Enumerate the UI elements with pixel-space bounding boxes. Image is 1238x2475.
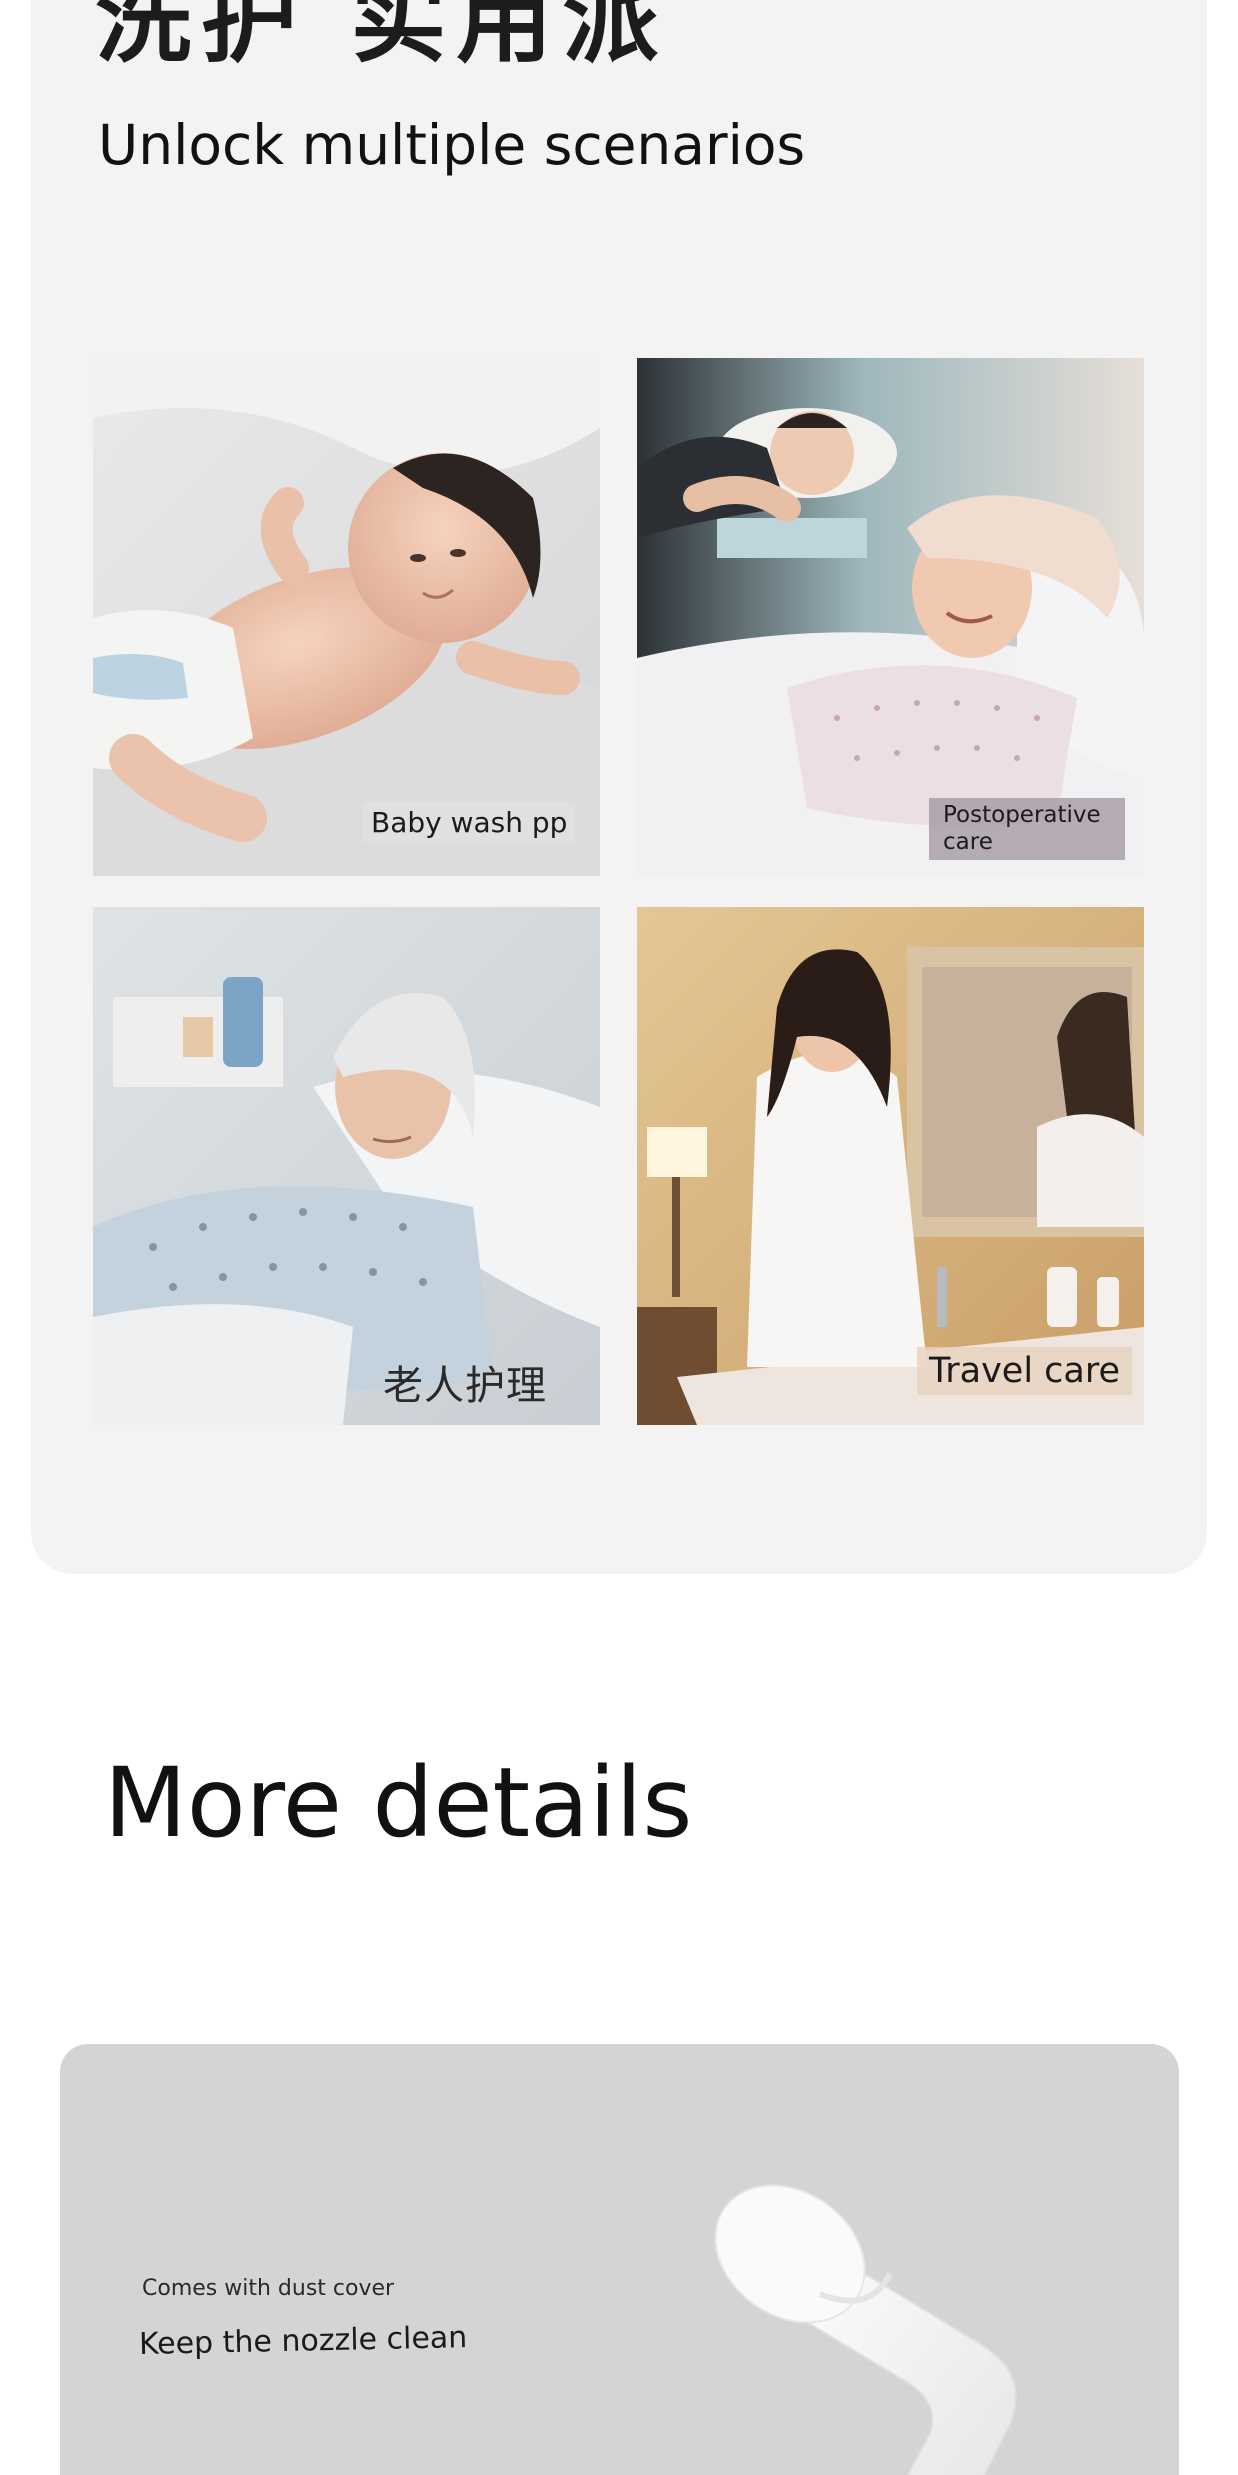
scenarios-heading: 洗护 实用派 — [95, 0, 669, 76]
scenarios-subtitle: Unlock multiple scenarios — [98, 113, 806, 177]
scenario-tile-travel: Travel care — [637, 907, 1144, 1425]
section-title: More details — [104, 1747, 693, 1859]
scenario-tile-postoperative: Postoperative care — [637, 358, 1144, 876]
baby-photo — [93, 358, 600, 876]
detail-card-dust-cover: Comes with dust cover Keep the nozzle cl… — [60, 2044, 1179, 2475]
tile-caption: 老人护理 — [383, 1363, 547, 1409]
detail-feature-headline: Keep the nozzle clean — [138, 2320, 468, 2362]
detail-feature-label: Comes with dust cover — [142, 2276, 395, 2301]
elderly-care-photo — [93, 907, 600, 1425]
tile-caption: Travel care — [917, 1347, 1133, 1395]
nozzle-product-image — [714, 2184, 1017, 2475]
page: 洗护 实用派 Unlock multiple scenarios Baby wa… — [0, 0, 1238, 2475]
tile-caption: Baby wash pp — [363, 802, 576, 843]
scenario-tile-elderly: 老人护理 — [93, 907, 600, 1425]
tile-caption: Postoperative care — [929, 798, 1125, 860]
scenario-tile-baby: Baby wash pp — [93, 358, 600, 876]
